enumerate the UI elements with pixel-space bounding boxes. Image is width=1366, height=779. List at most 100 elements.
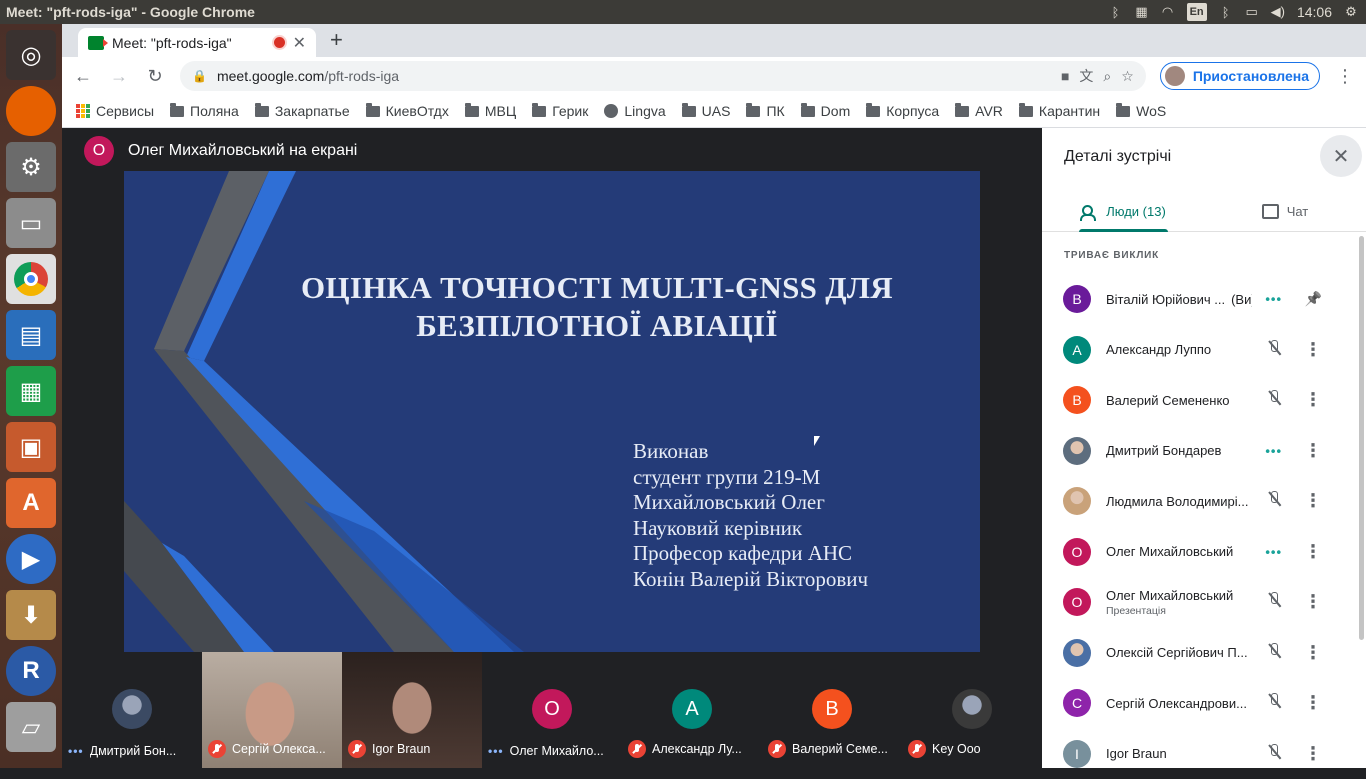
mic-off-icon[interactable] <box>1266 389 1282 411</box>
media-player-icon[interactable]: ▶ <box>6 534 56 584</box>
forward-button[interactable]: → <box>108 66 130 87</box>
scanner-icon[interactable]: ▱ <box>6 702 56 752</box>
tab-close-icon[interactable]: ✕ <box>293 33 306 53</box>
archive-manager-icon[interactable]: ⬇ <box>6 590 56 640</box>
slide-title: ОЦІНКА ТОЧНОСТІ MULTI-GNSS ДЛЯ БЕЗПІЛОТН… <box>264 269 930 345</box>
bookmark-item[interactable]: Dom <box>801 103 851 119</box>
bookmark-item[interactable]: Герик <box>532 103 588 119</box>
new-tab-button[interactable]: + <box>330 27 343 53</box>
reload-button[interactable]: ↻ <box>144 66 166 87</box>
os-top-bar: Meet: "pft-rods-iga" - Google Chrome ᛒ ▦… <box>0 0 1366 24</box>
participant-row[interactable]: Дмитрий Бондарев•••⋮ <box>1042 426 1366 477</box>
participant-tile-label: •••Олег Михайло... <box>488 744 616 758</box>
lock-icon[interactable]: 🔒 <box>192 69 207 83</box>
battery-icon[interactable]: ▭ <box>1245 3 1259 21</box>
bookmark-item[interactable]: Поляна <box>170 103 239 119</box>
bookmark-item[interactable]: AVR <box>955 103 1003 119</box>
clock[interactable]: 14:06 <box>1297 4 1332 20</box>
participant-tile[interactable]: Igor Braun <box>342 652 482 768</box>
more-options-icon[interactable]: ⋮ <box>1304 390 1322 411</box>
more-options-icon[interactable]: ⋮ <box>1304 642 1322 663</box>
participant-row[interactable]: Олексій Сергійович П... ⋮ <box>1042 628 1366 679</box>
wifi-icon[interactable]: ◠ <box>1161 3 1175 21</box>
back-button[interactable]: ← <box>72 66 94 87</box>
bookmark-item[interactable]: МВЦ <box>465 103 516 119</box>
bookmark-item[interactable]: Lingva <box>604 103 665 119</box>
bookmark-item[interactable]: ПК <box>746 103 784 119</box>
settings-gear-icon[interactable]: ⚙ <box>1344 3 1358 21</box>
bookmark-star-icon[interactable]: ☆ <box>1121 68 1134 85</box>
participant-tile[interactable]: ВВалерий Семе... <box>762 652 902 768</box>
tab-meet[interactable]: Meet: "pft-rods-iga" ✕ <box>78 28 316 57</box>
chrome-menu-icon[interactable]: ⋮ <box>1334 66 1356 87</box>
pin-icon[interactable]: 📌 <box>1305 291 1322 308</box>
impress-icon[interactable]: ▣ <box>6 422 56 472</box>
keyboard-layout-indicator[interactable]: En <box>1187 3 1207 21</box>
mic-off-icon[interactable] <box>1266 743 1282 765</box>
more-options-icon[interactable]: ⋮ <box>1304 491 1322 512</box>
participant-tile[interactable]: ААлександр Лу... <box>622 652 762 768</box>
more-options-icon[interactable]: ⋮ <box>1304 693 1322 714</box>
ubuntu-dash-icon[interactable]: ◎ <box>6 30 56 80</box>
bookmark-item[interactable]: UAS <box>682 103 731 119</box>
volume-icon[interactable]: ◀) <box>1271 3 1285 21</box>
mic-off-icon[interactable] <box>1266 692 1282 714</box>
bluetooth-status-icon[interactable]: ᛒ <box>1219 3 1233 21</box>
mic-off-icon[interactable] <box>1266 591 1282 613</box>
bookmark-item[interactable]: Сервисы <box>76 103 154 119</box>
more-options-icon[interactable]: ⋮ <box>1304 743 1322 764</box>
more-options-icon[interactable]: ⋮ <box>1304 541 1322 562</box>
url-host: meet.google.com <box>217 68 324 84</box>
bookmark-item[interactable]: WoS <box>1116 103 1166 119</box>
participant-row[interactable]: Людмила Володимирі...⋮ <box>1042 476 1366 527</box>
tab-chat[interactable]: Чат <box>1204 192 1366 231</box>
workspaces-icon[interactable]: ▦ <box>1135 3 1149 21</box>
participant-row[interactable]: ВВіталій Юрійович ...(Ви)•••📌 <box>1042 274 1366 325</box>
more-options-icon[interactable]: ⋮ <box>1304 440 1322 461</box>
bookmark-item[interactable]: Карантин <box>1019 103 1100 119</box>
mic-off-icon[interactable] <box>1266 642 1282 664</box>
software-center-icon[interactable]: A <box>6 478 56 528</box>
system-settings-icon[interactable]: ⚙ <box>6 142 56 192</box>
participant-row[interactable]: IIgor Braun⋮ <box>1042 729 1366 779</box>
r-language-icon[interactable]: R <box>6 646 56 696</box>
panel-scrollbar[interactable] <box>1359 236 1364 640</box>
participant-row[interactable]: ААлександр Луппо⋮ <box>1042 325 1366 376</box>
calc-icon[interactable]: ▦ <box>6 366 56 416</box>
tab-strip: Meet: "pft-rods-iga" ✕ + <box>62 24 1366 57</box>
more-options-icon[interactable]: ⋮ <box>1304 592 1322 613</box>
bookmark-item[interactable]: КиевОтдх <box>366 103 449 119</box>
zoom-icon[interactable]: ⌕ <box>1103 68 1111 85</box>
participant-tile[interactable]: Сергій Олекса... <box>202 652 342 768</box>
participant-row[interactable]: ССергій Олександрови...⋮ <box>1042 678 1366 729</box>
participant-row[interactable]: ООлег Михайловський•••⋮ <box>1042 527 1366 578</box>
participant-avatar <box>952 689 992 729</box>
close-panel-button[interactable]: ✕ <box>1320 135 1362 177</box>
writer-icon[interactable]: ▤ <box>6 310 56 360</box>
camera-in-use-icon[interactable]: ■ <box>1061 68 1069 84</box>
mic-off-icon[interactable] <box>1266 490 1282 512</box>
participant-name-line: Олег Михайловський <box>1106 588 1252 603</box>
file-manager-icon[interactable]: ▭ <box>6 198 56 248</box>
participant-tile[interactable]: О•••Олег Михайло... <box>482 652 622 768</box>
participant-tile[interactable]: •••Дмитрий Бон... <box>62 652 202 768</box>
tab-people[interactable]: Люди (13) <box>1042 192 1204 231</box>
translate-icon[interactable]: 文 <box>1079 66 1093 86</box>
presentation-slide[interactable]: ОЦІНКА ТОЧНОСТІ MULTI-GNSS ДЛЯ БЕЗПІЛОТН… <box>124 171 980 652</box>
participant-tile[interactable]: Key Ooo <box>902 652 1042 768</box>
participant-avatar: О <box>1063 588 1091 616</box>
participant-row[interactable]: ООлег МихайловськийПрезентація⋮ <box>1042 577 1366 628</box>
participant-name: Олексій Сергійович П... <box>1106 645 1248 660</box>
profile-button[interactable]: Приостановлена <box>1160 62 1320 90</box>
bookmark-item[interactable]: Корпуса <box>866 103 939 119</box>
address-bar[interactable]: 🔒 meet.google.com/pft-rods-iga ■ 文 ⌕ ☆ <box>180 61 1146 91</box>
bookmark-item[interactable]: Закарпатье <box>255 103 350 119</box>
mic-off-icon[interactable] <box>1266 339 1282 361</box>
bluetooth-icon[interactable]: ᛒ <box>1109 3 1123 21</box>
participant-row[interactable]: ВВалерий Семененко⋮ <box>1042 375 1366 426</box>
participant-name: Сергій Олександрови... <box>1106 696 1247 711</box>
more-options-icon[interactable]: ⋮ <box>1304 339 1322 360</box>
chrome-icon[interactable] <box>6 254 56 304</box>
firefox-icon[interactable] <box>6 86 56 136</box>
muted-mic-glyph <box>1266 692 1282 710</box>
